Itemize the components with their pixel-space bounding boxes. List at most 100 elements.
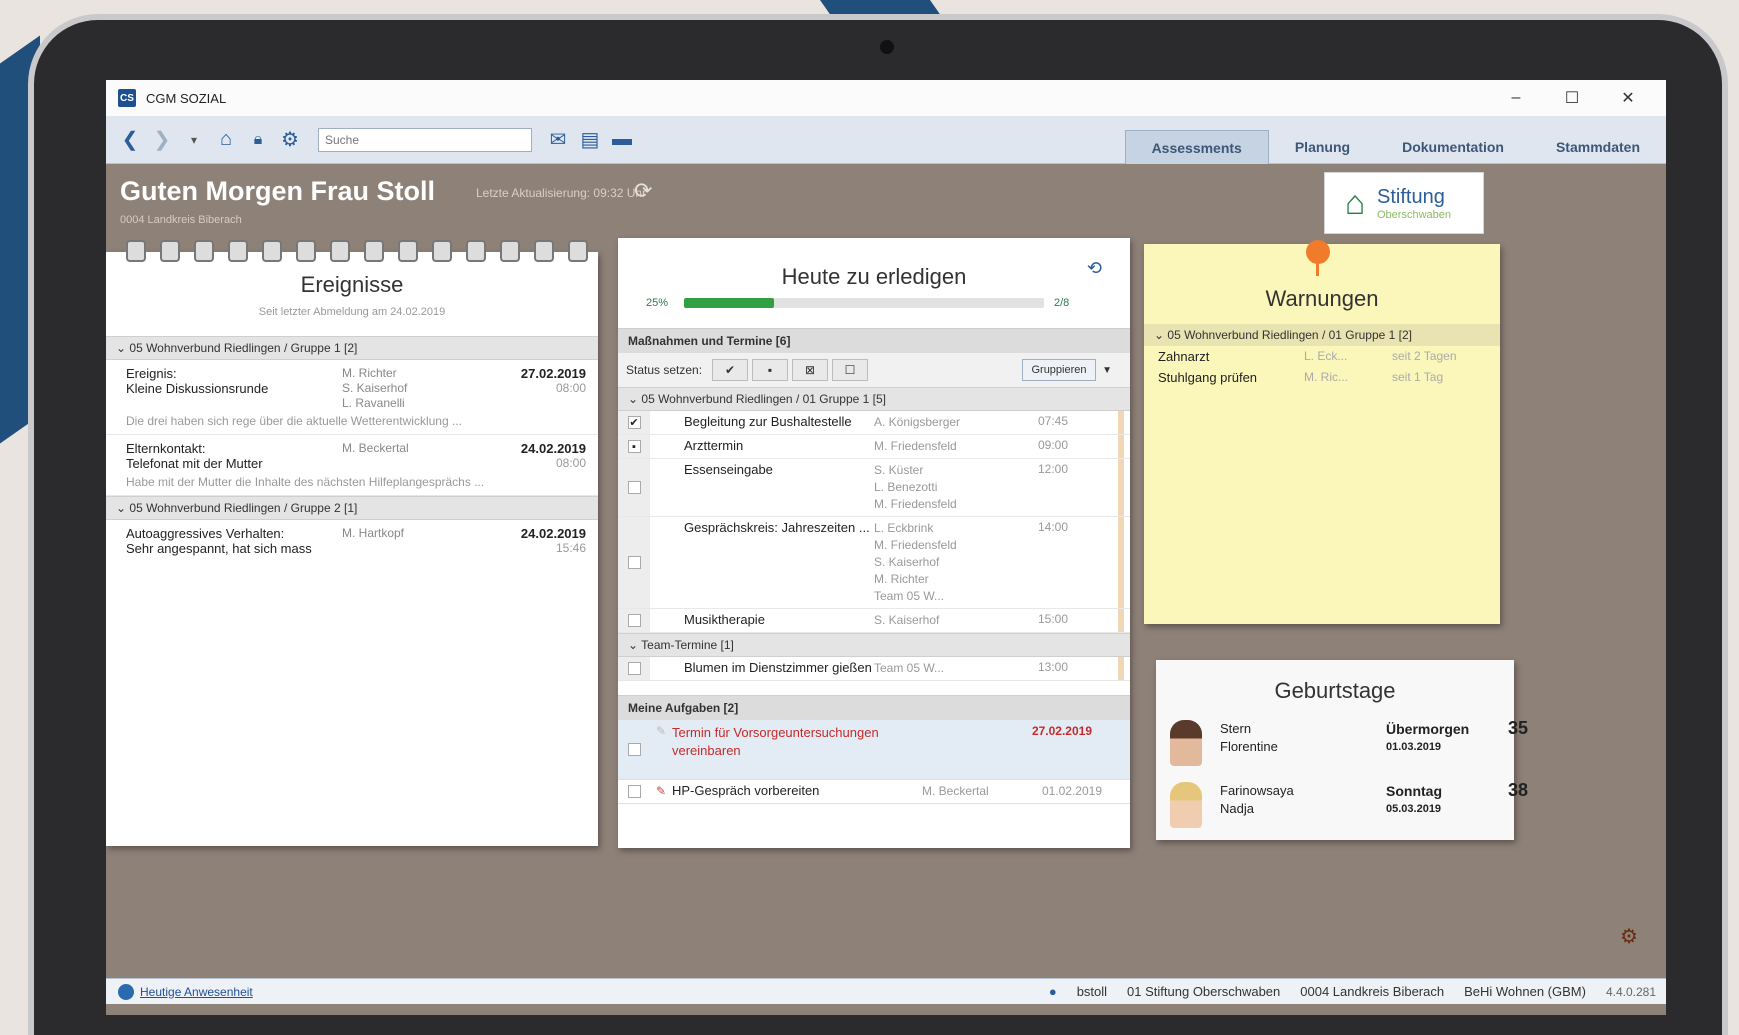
- task-row[interactable]: Musiktherapie S. Kaiserhof 15:00: [618, 609, 1130, 633]
- refresh-icon[interactable]: ⟳: [634, 178, 652, 204]
- event-item[interactable]: Elternkontakt: Telefonat mit der Mutter …: [106, 435, 598, 496]
- maximize-button[interactable]: ☐: [1544, 80, 1600, 116]
- task-row[interactable]: Blumen im Dienstzimmer gießen Team 05 W.…: [618, 657, 1130, 681]
- window-controls: – ☐ ✕: [1488, 80, 1656, 116]
- forward-icon[interactable]: ❯: [148, 126, 176, 154]
- group-button[interactable]: Gruppieren: [1022, 359, 1096, 381]
- ereignisse-panel: Ereignisse Seit letzter Abmeldung am 24.…: [106, 240, 598, 846]
- status-clear-button[interactable]: ☐: [832, 359, 869, 381]
- geburtstage-panel: Geburtstage Stern Florentine Übermorgen 01…: [1156, 660, 1528, 840]
- status-done-button[interactable]: ✔: [712, 359, 749, 381]
- last-update-text: Letzte Aktualisierung: 09:32 Uhr: [476, 186, 647, 200]
- my-task-row[interactable]: ✎ HP-Gespräch vorbereiten M. Beckertal 0…: [618, 780, 1130, 804]
- warning-row[interactable]: Stuhlgang prüfen M. Ric... seit 1 Tag: [1144, 367, 1500, 388]
- task-row[interactable]: ✔ Begleitung zur Bushaltestelle A. König…: [618, 411, 1130, 435]
- user-icon: ●: [1048, 984, 1057, 999]
- warnungen-title: Warnungen: [1265, 286, 1379, 311]
- my-tasks-header: Meine Aufgaben [2]: [618, 695, 1130, 720]
- tab-assessments[interactable]: Assessments: [1124, 130, 1269, 164]
- tab-planung[interactable]: Planung: [1269, 130, 1376, 164]
- org-level-1[interactable]: 01 Stiftung Oberschwaben: [1127, 984, 1280, 999]
- status-label: Status setzen:: [626, 363, 703, 377]
- version-label: 4.4.0.281: [1605, 984, 1656, 999]
- logo-subtext: Oberschwaben: [1377, 208, 1451, 221]
- task-row[interactable]: Essenseingabe S. Küster L. Benezotti M. …: [618, 459, 1130, 517]
- current-user: bstoll: [1076, 984, 1108, 999]
- task-checkbox[interactable]: ✔: [627, 416, 641, 429]
- app-title: CGM SOZIAL: [146, 90, 227, 106]
- pushpin-icon: [1306, 240, 1330, 264]
- task-checkbox[interactable]: ▪: [627, 440, 641, 453]
- task-checkbox[interactable]: [627, 785, 641, 798]
- progress-row: 25% 2/8: [646, 296, 1086, 310]
- event-note: Habe mit der Mutter die Inhalte des näch…: [126, 475, 485, 489]
- status-partial-button[interactable]: ▪: [752, 359, 789, 381]
- warnungen-panel: Warnungen ⌄ 05 Wohnverbund Riedlingen / …: [1144, 240, 1500, 624]
- geburtstage-title: Geburtstage: [1274, 678, 1396, 703]
- team-group-header[interactable]: ⌄ Team-Termine [1]: [618, 633, 1130, 657]
- event-item[interactable]: Ereignis: Kleine Diskussionsrunde M. Ric…: [106, 360, 598, 435]
- document-icon[interactable]: ▤: [576, 126, 604, 154]
- webcam: [880, 40, 894, 54]
- warning-row[interactable]: Zahnarzt L. Eck... seit 2 Tagen: [1144, 346, 1500, 367]
- task-group-header[interactable]: ⌄ 05 Wohnverbund Riedlingen / 01 Gruppe …: [618, 387, 1130, 411]
- lock-icon[interactable]: 🔒︎: [244, 126, 272, 154]
- toolbar: ❮ ❯ ▾ ⌂ 🔒︎ ⚙ ✉ ▤ ▬ Assessments Planung D…: [106, 116, 1666, 164]
- status-skip-button[interactable]: ⊠: [792, 359, 829, 381]
- folder-icon[interactable]: ▬: [608, 126, 636, 154]
- title-bar: CS CGM SOZIAL – ☐ ✕: [106, 80, 1666, 116]
- dropdown-icon[interactable]: ▾: [180, 126, 208, 154]
- task-checkbox[interactable]: [627, 662, 641, 675]
- ereignisse-title: Ereignisse: [300, 272, 404, 297]
- back-icon[interactable]: ❮: [116, 126, 144, 154]
- gear-icon[interactable]: ⚙: [276, 126, 304, 154]
- task-row[interactable]: ▪ Arzttermin M. Friedensfeld 09:00: [618, 435, 1130, 459]
- heute-title: Heute zu erledigen: [781, 264, 967, 289]
- avatar: [1170, 720, 1202, 766]
- organization-label: 0004 Landkreis Biberach: [120, 214, 242, 226]
- search-input[interactable]: [318, 127, 532, 152]
- event-group-header[interactable]: ⌄ 05 Wohnverbund Riedlingen / Gruppe 2 […: [106, 496, 598, 520]
- app-logo: CS: [118, 89, 136, 107]
- globe-icon: [118, 983, 134, 1000]
- birthday-row[interactable]: Farinowsaya Nadja Sonntag 05.03.2019 38: [1156, 780, 1528, 844]
- mail-icon[interactable]: ✉: [544, 126, 572, 154]
- close-button[interactable]: ✕: [1600, 80, 1656, 116]
- tab-stammdaten[interactable]: Stammdaten: [1530, 130, 1666, 164]
- tab-dokumentation[interactable]: Dokumentation: [1376, 130, 1530, 164]
- organization-logo: ⌂ Stiftung Oberschwaben: [1324, 172, 1484, 234]
- birthday-row[interactable]: Stern Florentine Übermorgen 01.03.2019 35: [1156, 718, 1528, 782]
- progress-percent: 25%: [646, 297, 669, 309]
- app-window: CS CGM SOZIAL – ☐ ✕ ❮ ❯ ▾ ⌂ 🔒︎ ⚙ ✉ ▤ ▬ A…: [106, 80, 1666, 1015]
- org-level-2[interactable]: 0004 Landkreis Biberach: [1300, 984, 1444, 999]
- avatar: [1170, 782, 1202, 828]
- ereignisse-subtitle: Seit letzter Abmeldung am 24.02.2019: [258, 306, 446, 318]
- progress-fill: [684, 298, 774, 308]
- task-checkbox[interactable]: [627, 556, 641, 569]
- progress-bar: [684, 298, 1044, 308]
- status-row: Status setzen: ✔ ▪ ⊠ ☐ Gruppieren ▼: [618, 353, 1130, 387]
- progress-count: 2/8: [1054, 297, 1070, 309]
- my-task-row[interactable]: ✎ Termin für Vorsorgeuntersuchungen vere…: [618, 720, 1130, 780]
- task-checkbox[interactable]: [627, 614, 641, 627]
- heute-panel: Heute zu erledigen ⟲ 25% 2/8 Maßnahmen u…: [618, 238, 1130, 848]
- minimize-button[interactable]: –: [1488, 80, 1544, 116]
- task-checkbox[interactable]: [627, 481, 641, 494]
- refresh-icon[interactable]: ⟲: [1087, 258, 1102, 279]
- event-note: Die drei haben sich rege über die aktuel…: [126, 414, 462, 428]
- presence-link[interactable]: Heutige Anwesenheit: [140, 985, 253, 999]
- main-navigation: Assessments Planung Dokumentation Stammd…: [1124, 116, 1666, 164]
- chevron-down-icon[interactable]: ▼: [1102, 365, 1112, 376]
- pencil-icon[interactable]: ✎: [650, 720, 672, 779]
- settings-icon[interactable]: ⚙: [1620, 924, 1638, 949]
- logo-text: Stiftung: [1377, 185, 1445, 208]
- pencil-icon[interactable]: ✎: [650, 780, 672, 803]
- event-group-header[interactable]: ⌄ 05 Wohnverbund Riedlingen / Gruppe 1 […: [106, 336, 598, 360]
- greeting-title: Guten Morgen Frau Stoll: [120, 176, 435, 206]
- warning-group-header[interactable]: ⌄ 05 Wohnverbund Riedlingen / 01 Gruppe …: [1144, 324, 1500, 346]
- task-checkbox[interactable]: [627, 743, 641, 756]
- task-row[interactable]: Gesprächskreis: Jahreszeiten ... L. Eckb…: [618, 517, 1130, 609]
- event-item[interactable]: Autoaggressives Verhalten: Sehr angespan…: [106, 520, 598, 562]
- org-level-3[interactable]: BeHi Wohnen (GBM): [1464, 984, 1586, 999]
- home-icon[interactable]: ⌂: [212, 126, 240, 154]
